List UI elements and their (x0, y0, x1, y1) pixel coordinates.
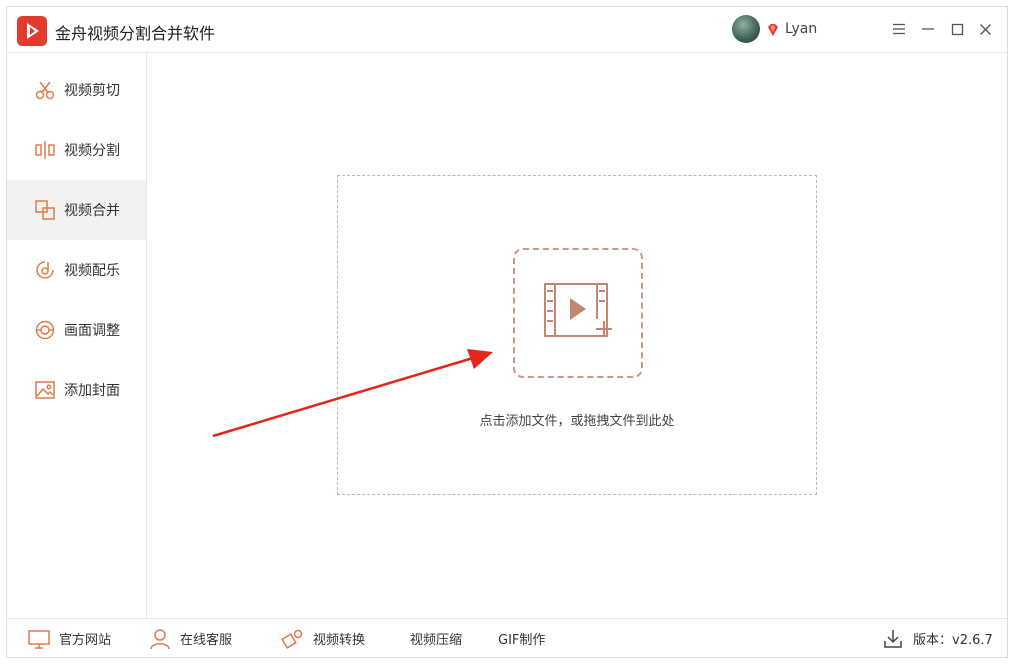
official-website-link[interactable]: 官方网站 (27, 619, 111, 658)
sidebar-item-picture-adjust[interactable]: 画面调整 (7, 300, 146, 360)
minimize-icon[interactable] (918, 19, 938, 39)
sidebar-item-video-music[interactable]: 视频配乐 (7, 240, 146, 300)
sidebar-item-label: 视频配乐 (64, 263, 120, 279)
main-area: 点击添加文件，或拖拽文件到此处 (147, 53, 1009, 618)
video-compress-link[interactable]: 视频压缩 (410, 619, 462, 658)
sidebar: 视频剪切 视频分割 视频合并 视频配乐 画面调整 添加封面 (7, 53, 147, 618)
music-icon (34, 259, 56, 281)
sidebar-item-label: 视频分割 (64, 143, 120, 159)
sidebar-item-label: 画面调整 (64, 323, 120, 339)
app-title: 金舟视频分割合并软件 (55, 24, 216, 43)
merge-icon (34, 199, 56, 221)
username[interactable]: Lyan (785, 21, 817, 37)
sidebar-item-label: 添加封面 (64, 383, 120, 399)
sidebar-item-video-merge[interactable]: 视频合并 (7, 180, 146, 240)
maximize-icon[interactable] (947, 19, 967, 39)
play-logo-icon (17, 16, 47, 46)
sidebar-item-add-cover[interactable]: 添加封面 (7, 360, 146, 420)
avatar[interactable] (732, 15, 760, 43)
app-window: 金舟视频分割合并软件 Lyan 视频剪切 视频分割 视频合并 视频配乐 画面调整… (6, 6, 1008, 658)
sidebar-item-video-cut[interactable]: 视频剪切 (7, 60, 146, 120)
footer-bar: 官方网站 在线客服 视频转换 视频压缩 GIF制作 版本：v2.6.7 (7, 618, 1007, 657)
vip-diamond-icon (766, 22, 780, 36)
download-icon (881, 627, 905, 651)
sidebar-item-video-split[interactable]: 视频分割 (7, 120, 146, 180)
scissors-icon (34, 79, 56, 101)
adjust-icon (34, 319, 56, 341)
red-arrow-annotation (212, 349, 493, 438)
video-convert-link[interactable]: 视频转换 (281, 619, 365, 658)
support-user-icon (148, 627, 172, 651)
split-icon (34, 139, 56, 161)
monitor-icon (27, 627, 51, 651)
title-bar: 金舟视频分割合并软件 Lyan (7, 7, 1007, 53)
menu-icon[interactable] (889, 19, 909, 39)
sidebar-item-label: 视频剪切 (64, 83, 120, 99)
close-icon[interactable] (975, 19, 995, 39)
sidebar-item-label: 视频合并 (64, 203, 120, 219)
image-icon (34, 379, 56, 401)
online-support-link[interactable]: 在线客服 (148, 619, 232, 658)
convert-icon (281, 627, 305, 651)
gif-make-link[interactable]: GIF制作 (498, 619, 545, 658)
version-info[interactable]: 版本：v2.6.7 (881, 619, 993, 658)
